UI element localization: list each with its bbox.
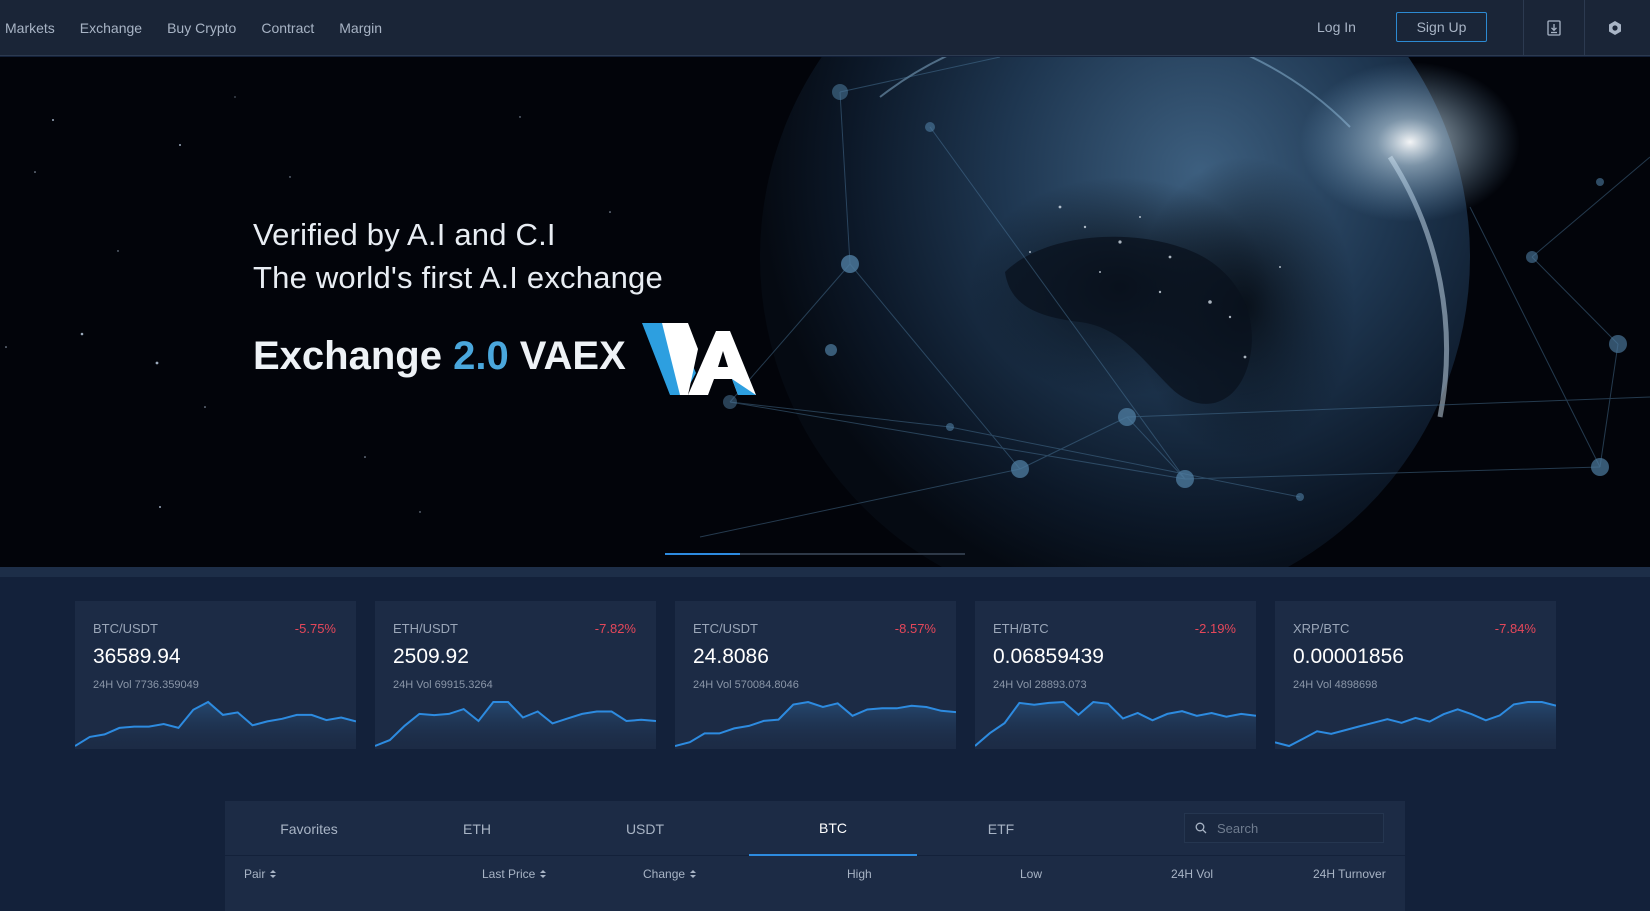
hero-title-version: 2.0 xyxy=(453,334,509,378)
ticker-price: 0.06859439 xyxy=(993,645,1104,668)
market-table-header: Pair Last Price Change High Low 24H Vol … xyxy=(225,857,1405,889)
hero-headline-1: Verified by A.I and C.I xyxy=(253,217,556,252)
ticker-card[interactable]: BTC/USDT -5.75% 36589.94 24H Vol 7736.35904… xyxy=(75,601,356,749)
ticker-price: 24.8086 xyxy=(693,645,769,668)
nav-link-buy-crypto[interactable]: Buy Crypto xyxy=(167,20,236,36)
column-change-label: Change xyxy=(643,867,686,881)
ticker-pair: BTC/USDT xyxy=(93,621,158,636)
hero-title-suffix: VAEX xyxy=(508,334,626,378)
column-24h-vol: 24H Vol xyxy=(1171,867,1214,881)
banner-divider-strip xyxy=(0,567,1650,577)
tab-eth[interactable]: ETH xyxy=(393,801,561,856)
hero-banner: Verified by A.I and C.I The world's firs… xyxy=(0,57,1650,567)
ticker-sparkline xyxy=(675,700,956,749)
tab-usdt[interactable]: USDT xyxy=(561,801,729,856)
banner-slider-indicator[interactable] xyxy=(665,553,965,555)
ticker-change: -7.82% xyxy=(594,621,636,636)
top-nav: Markets Exchange Buy Crypto Contract Mar… xyxy=(0,0,1650,56)
search-input[interactable]: Search xyxy=(1184,813,1384,843)
column-pair[interactable]: Pair xyxy=(244,867,277,881)
hero-title: Exchange 2.0 VAEX xyxy=(253,334,626,379)
sparkline-area xyxy=(1275,702,1556,749)
signup-button[interactable]: Sign Up xyxy=(1396,12,1487,42)
login-link[interactable]: Log In xyxy=(1317,19,1356,35)
sparkline-area xyxy=(975,702,1256,749)
tab-btc[interactable]: BTC xyxy=(749,801,917,856)
sort-icon xyxy=(690,869,697,879)
ticker-pair: ETH/BTC xyxy=(993,621,1049,636)
download-icon[interactable] xyxy=(1524,0,1584,56)
column-change[interactable]: Change xyxy=(643,867,697,881)
nav-link-margin[interactable]: Margin xyxy=(339,20,382,36)
ticker-change: -8.57% xyxy=(894,621,936,636)
column-last-price[interactable]: Last Price xyxy=(482,867,547,881)
nav-link-exchange[interactable]: Exchange xyxy=(80,20,142,36)
tab-etf[interactable]: ETF xyxy=(917,801,1085,856)
sparkline-area xyxy=(675,702,956,749)
va-logo: VA xyxy=(640,319,756,395)
column-pair-label: Pair xyxy=(244,867,266,881)
ticker-card[interactable]: ETH/BTC -2.19% 0.06859439 24H Vol 28893.073 xyxy=(975,601,1256,749)
ticker-card[interactable]: XRP/BTC -7.84% 0.00001856 24H Vol 4898698 xyxy=(1275,601,1556,749)
ticker-sparkline xyxy=(75,700,356,749)
market-panel: Favorites ETH USDT BTC ETF Search Pair L… xyxy=(225,801,1405,911)
ticker-card[interactable]: ETC/USDT -8.57% 24.8086 24H Vol 570084.8046 xyxy=(675,601,956,749)
ticker-change: -7.84% xyxy=(1494,621,1536,636)
ticker-pair: ETH/USDT xyxy=(393,621,458,636)
logo-text: VA xyxy=(640,319,642,320)
sort-icon xyxy=(540,869,547,879)
banner-slider-progress xyxy=(665,553,740,555)
nav-link-contract[interactable]: Contract xyxy=(261,20,314,36)
column-high: High xyxy=(847,867,872,881)
column-last-price-label: Last Price xyxy=(482,867,536,881)
nav-links: Markets Exchange Buy Crypto Contract Mar… xyxy=(5,0,382,56)
ticker-change: -5.75% xyxy=(294,621,336,636)
ticker-price: 0.00001856 xyxy=(1293,645,1404,668)
ticker-sparkline xyxy=(375,701,656,749)
hero-title-prefix: Exchange xyxy=(253,334,454,378)
hero-headline-2: The world's first A.I exchange xyxy=(253,260,663,295)
sort-icon xyxy=(270,869,277,879)
ticker-price: 36589.94 xyxy=(93,645,181,668)
ticker-change: -2.19% xyxy=(1194,621,1236,636)
nav-link-markets[interactable]: Markets xyxy=(5,20,55,36)
ticker-price: 2509.92 xyxy=(393,645,469,668)
column-24h-turnover: 24H Turnover xyxy=(1313,867,1386,881)
search-icon xyxy=(1195,822,1207,834)
ticker-card[interactable]: ETH/USDT -7.82% 2509.92 24H Vol 69915.3264 xyxy=(375,601,656,749)
search-placeholder: Search xyxy=(1217,820,1259,836)
settings-hexagon-icon[interactable] xyxy=(1585,0,1645,56)
tab-favorites[interactable]: Favorites xyxy=(225,801,393,856)
column-low: Low xyxy=(1020,867,1043,881)
market-tabs: Favorites ETH USDT BTC ETF Search xyxy=(225,801,1405,856)
ticker-pair: ETC/USDT xyxy=(693,621,758,636)
ticker-pair: XRP/BTC xyxy=(1293,621,1350,636)
earth-network-background xyxy=(5,57,1650,567)
ticker-sparkline xyxy=(1275,701,1556,749)
ticker-sparkline xyxy=(975,700,1256,749)
